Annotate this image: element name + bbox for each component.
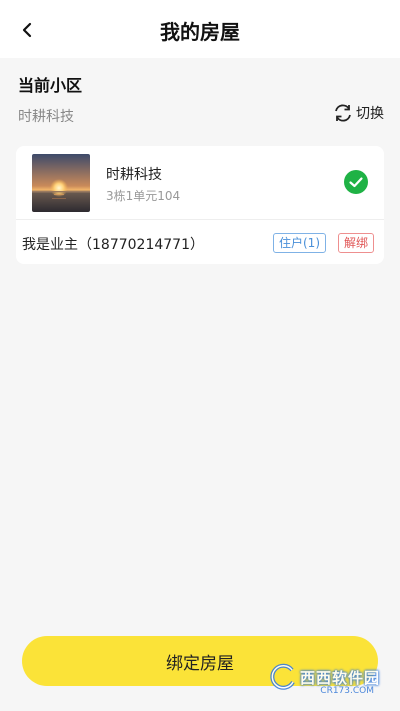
house-name: 时耕科技 — [106, 167, 162, 183]
house-address: 3栋1单元104 — [106, 189, 181, 203]
check-circle-icon — [344, 170, 368, 194]
resident-count-badge[interactable]: 住户(1) — [273, 233, 326, 253]
refresh-icon — [332, 102, 354, 124]
watermark-text: 西西软件园 — [299, 668, 380, 687]
switch-label: 切换 — [356, 106, 384, 122]
page-title: 我的房屋 — [160, 20, 240, 44]
owner-info: 我是业主（18770214771） — [22, 237, 204, 253]
current-community-heading: 当前小区 — [18, 76, 83, 95]
watermark-logo: 西西软件园 CR173.COM — [268, 662, 380, 696]
unbind-button[interactable]: 解绑 — [337, 233, 374, 253]
switch-community-button[interactable]: 切换 — [332, 102, 384, 124]
current-community-name: 时耕科技 — [18, 109, 74, 125]
watermark-swirl-icon — [270, 663, 295, 690]
house-card[interactable]: 时耕科技 3栋1单元104 我是业主（18770214771） 住户(1) 解绑 — [16, 146, 384, 264]
card-divider — [16, 219, 384, 220]
watermark-subtext: CR173.COM — [320, 686, 374, 696]
house-thumbnail — [32, 154, 90, 212]
top-nav-bar: 我的房屋 — [0, 0, 400, 58]
